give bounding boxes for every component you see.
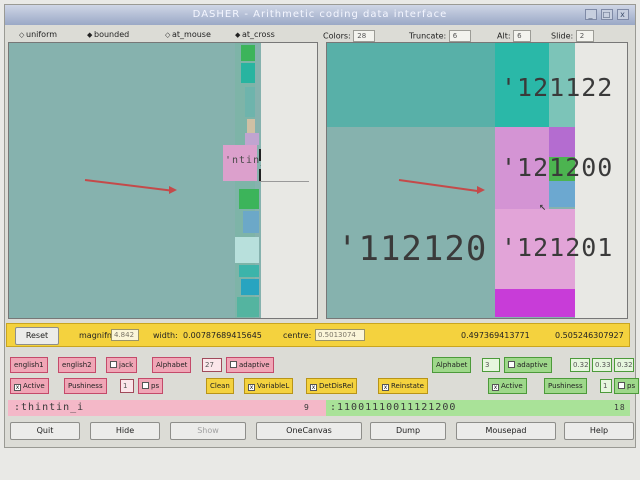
english1-button[interactable]: english1 bbox=[10, 357, 48, 373]
adaptive-checkbox-right[interactable]: adaptive bbox=[504, 357, 552, 373]
adaptive-checkbox-left[interactable]: adaptive bbox=[226, 357, 274, 373]
prob-field-3[interactable]: 0.32 bbox=[614, 358, 634, 372]
input-string-strip: :thintin_i 9 bbox=[8, 400, 326, 416]
centre-field[interactable]: 0.5013074 bbox=[315, 329, 365, 341]
jack-checkbox[interactable]: jack bbox=[106, 357, 138, 373]
radio-diamond-icon: ◇ bbox=[165, 31, 171, 39]
reinstate-checkbox[interactable]: x Reinstate bbox=[378, 378, 428, 394]
canvas-block bbox=[241, 63, 255, 83]
pushiness-value-right[interactable]: 1 bbox=[600, 379, 612, 393]
canvas-block bbox=[247, 119, 255, 133]
alphabet-size-left[interactable]: 27 bbox=[202, 358, 222, 372]
truncate-control: Truncate: 6 bbox=[409, 30, 471, 42]
digit-row-3: '121201 bbox=[501, 233, 614, 262]
width-label: width: bbox=[153, 331, 178, 340]
canvas-block bbox=[239, 265, 259, 277]
detdisrel-checkbox[interactable]: x DetDisRel bbox=[306, 378, 358, 394]
title-bar: DASHER - Arithmetic coding data interfac… bbox=[5, 5, 635, 25]
mouse-cursor-icon: ↖ bbox=[539, 199, 548, 213]
alphabet-label-right: Alphabet bbox=[432, 357, 472, 373]
at-mouse-radio[interactable]: ◇ at_mouse bbox=[165, 30, 211, 39]
minimize-button[interactable]: _ bbox=[585, 9, 597, 20]
pushiness-label-right: Pushiness bbox=[544, 378, 587, 394]
canvas-block bbox=[245, 133, 259, 145]
slide-control: Slide: 2 bbox=[551, 30, 594, 42]
left-dasher-canvas[interactable]: 'ntin_i bbox=[8, 42, 318, 319]
bounded-radio[interactable]: ◆ bounded bbox=[87, 30, 129, 39]
ps-checkbox-left[interactable]: ps bbox=[138, 378, 164, 394]
input-count: 9 bbox=[304, 403, 310, 412]
truncate-input[interactable]: 6 bbox=[448, 30, 471, 42]
prob-field-1[interactable]: 0.32 bbox=[570, 358, 590, 372]
hide-button[interactable]: Hide bbox=[90, 422, 160, 440]
show-button[interactable]: Show bbox=[170, 422, 246, 440]
upper-bound: 0.50524630792​7 bbox=[555, 331, 624, 340]
width-value: 0.00787689415645 bbox=[183, 331, 262, 340]
pushiness-value-left[interactable]: 1 bbox=[120, 379, 134, 393]
alt-control: Alt: 6 bbox=[497, 30, 532, 42]
active-checkbox-left[interactable]: x Active bbox=[10, 378, 49, 394]
pointer-arrow-head bbox=[477, 186, 485, 194]
output-string-strip: :11001110011121200 18 bbox=[326, 400, 630, 416]
onecanvas-button[interactable]: OneCanvas bbox=[256, 422, 362, 440]
digit-row-1: '121122 bbox=[501, 73, 614, 102]
canvas-block bbox=[235, 237, 259, 263]
crosshair-line bbox=[259, 181, 309, 182]
quit-button[interactable]: Quit bbox=[10, 422, 80, 440]
alt-input[interactable]: 6 bbox=[513, 30, 532, 42]
canvas-block bbox=[549, 181, 575, 207]
status-bar: Reset magnifn: 4.842 width: 0.0078768941… bbox=[6, 323, 630, 347]
canvas-column bbox=[235, 43, 255, 318]
pushiness-label-left: Pushiness bbox=[64, 378, 107, 394]
canvas-block bbox=[241, 279, 259, 295]
pointer-arrow-head bbox=[169, 186, 177, 194]
canvas-block bbox=[495, 289, 575, 317]
canvas-region bbox=[327, 43, 495, 127]
lower-bound: 0.497369413771 bbox=[461, 331, 530, 340]
window-title: DASHER - Arithmetic coding data interfac… bbox=[192, 9, 448, 20]
digit-row-2: '121200 bbox=[501, 153, 614, 182]
close-button[interactable]: x bbox=[617, 9, 629, 20]
digit-main: '112120 bbox=[337, 229, 488, 269]
ps-checkbox-right[interactable]: ps bbox=[614, 378, 640, 394]
magnifn-label: magnifn: bbox=[79, 331, 115, 340]
maximize-button[interactable]: □ bbox=[601, 9, 613, 20]
english2-button[interactable]: english2 bbox=[58, 357, 96, 373]
magnifn-field[interactable]: 4.842 bbox=[111, 329, 139, 341]
output-string: :11001110011121200 bbox=[330, 402, 457, 413]
clean-button[interactable]: Clean bbox=[206, 378, 234, 394]
canvas-block bbox=[239, 189, 259, 209]
right-dasher-canvas[interactable]: '121122 '121200 '121201 '112120 ↖ bbox=[326, 42, 628, 319]
colors-input[interactable]: 28 bbox=[353, 30, 376, 42]
canvas-block bbox=[245, 87, 255, 117]
mousepad-button[interactable]: Mousepad bbox=[456, 422, 556, 440]
pointer-arrow bbox=[84, 179, 173, 192]
canvas-block bbox=[241, 45, 255, 61]
alphabet-size-right[interactable]: 3 bbox=[482, 358, 500, 372]
active-checkbox-right[interactable]: x Active bbox=[488, 378, 527, 394]
dump-button[interactable]: Dump bbox=[370, 422, 446, 440]
button-row: Quit Hide Show OneCanvas Dump Mousepad H… bbox=[0, 420, 634, 442]
output-count: 18 bbox=[614, 403, 626, 412]
radio-diamond-icon: ◆ bbox=[87, 31, 93, 39]
uniform-radio[interactable]: ◇ uniform bbox=[19, 30, 57, 39]
radio-diamond-icon: ◇ bbox=[19, 31, 25, 39]
variablel-checkbox[interactable]: x VariableL bbox=[244, 378, 294, 394]
help-button[interactable]: Help bbox=[564, 422, 634, 440]
canvas-block bbox=[243, 211, 259, 233]
colors-control: Colors: 28 bbox=[323, 30, 376, 42]
centre-label: centre: bbox=[283, 331, 312, 340]
pointer-arrow bbox=[398, 179, 481, 193]
reset-button[interactable]: Reset bbox=[15, 327, 59, 345]
slide-input[interactable]: 2 bbox=[575, 30, 594, 42]
canvas-block bbox=[237, 297, 259, 317]
alphabet-label-left: Alphabet bbox=[152, 357, 192, 373]
radio-diamond-icon: ◆ bbox=[235, 31, 241, 39]
at-cross-radio[interactable]: ◆ at_cross bbox=[235, 30, 275, 39]
input-string: :thintin_i bbox=[14, 402, 85, 413]
prob-field-2[interactable]: 0.33 bbox=[592, 358, 612, 372]
